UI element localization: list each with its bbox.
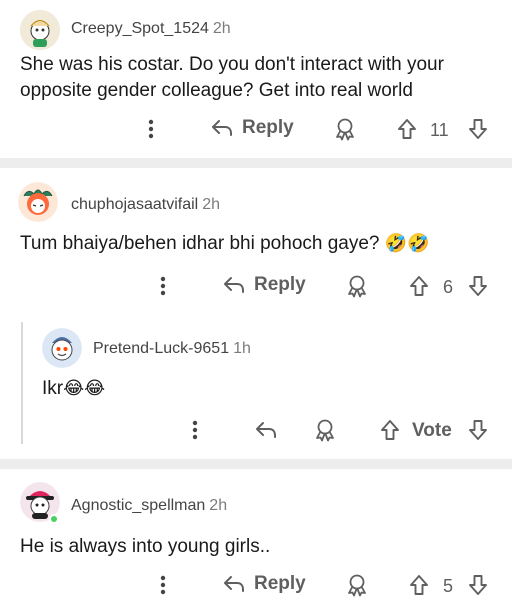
reply-arrow-icon <box>254 420 278 440</box>
comment-age: 2h <box>212 20 231 37</box>
reply-label: Reply <box>242 117 294 138</box>
comment-divider <box>0 158 512 168</box>
comment-body: She was his costar. Do you don't interac… <box>20 52 444 104</box>
vote-count: 6 <box>443 277 454 297</box>
comment-age: 1h <box>233 340 251 357</box>
award-button[interactable] <box>333 117 357 141</box>
comment-author[interactable]: chuphojasaatvifail 2h <box>71 196 220 214</box>
upvote-arrow-icon <box>397 118 417 140</box>
upvote-button[interactable] <box>409 574 429 596</box>
comment-age: 2h <box>202 196 220 213</box>
vote-count: 11 <box>430 120 449 140</box>
username[interactable]: Agnostic_spellman <box>71 497 205 514</box>
comment-author[interactable]: Pretend-Luck-9651 1h <box>93 340 251 358</box>
avatar[interactable] <box>20 10 60 50</box>
reply-button[interactable]: Reply <box>222 573 306 595</box>
comment-1: Creepy_Spot_1524 2h She was his costar. D… <box>0 0 512 158</box>
reply-arrow-icon <box>222 574 246 594</box>
award-button[interactable] <box>345 573 369 597</box>
comment-body: Ikr😂😂 <box>42 376 105 402</box>
comment-2: chuphojasaatvifail 2h Tum bhaiya/behen id… <box>0 168 512 468</box>
reply-arrow-icon <box>210 118 234 138</box>
username[interactable]: chuphojasaatvifail <box>71 196 198 213</box>
downvote-arrow-icon <box>468 118 488 140</box>
thread-line[interactable] <box>21 322 23 444</box>
comment-body-line: opposite gender colleague? Get into real… <box>20 80 413 101</box>
award-button[interactable] <box>345 274 369 298</box>
upvote-button[interactable] <box>409 275 429 297</box>
more-vertical-icon <box>160 276 166 296</box>
upvote-arrow-icon <box>380 419 400 441</box>
comment-body-emoji: 🤣🤣 <box>384 233 430 254</box>
award-button[interactable] <box>313 418 337 442</box>
more-options-button[interactable] <box>160 575 166 595</box>
downvote-arrow-icon <box>468 275 488 297</box>
comment-body: He is always into young girls.. <box>20 534 270 560</box>
online-status-indicator <box>49 514 59 524</box>
downvote-arrow-icon <box>468 574 488 596</box>
reply-label: Reply <box>254 274 306 295</box>
downvote-button[interactable] <box>468 574 488 596</box>
award-icon <box>345 573 369 597</box>
downvote-button[interactable] <box>468 275 488 297</box>
username[interactable]: Pretend-Luck-9651 <box>93 340 229 357</box>
reply-button[interactable]: Reply <box>210 117 294 139</box>
reply-button[interactable] <box>254 420 278 440</box>
comment-body: Tum bhaiya/behen idhar bhi pohoch gaye? … <box>20 231 430 257</box>
award-icon <box>333 117 357 141</box>
more-vertical-icon <box>160 575 166 595</box>
downvote-button[interactable] <box>468 419 488 441</box>
comment-author[interactable]: Agnostic_spellman 2h <box>71 497 227 515</box>
avatar[interactable] <box>18 182 58 222</box>
award-icon <box>313 418 337 442</box>
upvote-button[interactable] <box>380 419 400 441</box>
comment-age: 2h <box>209 497 228 514</box>
comment-divider <box>0 459 512 469</box>
reply-button[interactable]: Reply <box>222 274 306 296</box>
comment-body-emoji: 😂😂 <box>63 378 106 399</box>
downvote-arrow-icon <box>468 419 488 441</box>
vote-label: Vote <box>412 420 452 441</box>
reply-arrow-icon <box>222 275 246 295</box>
upvote-arrow-icon <box>409 574 429 596</box>
reply-label: Reply <box>254 573 306 594</box>
comment-body-text: Tum bhaiya/behen idhar bhi pohoch gaye? <box>20 233 380 254</box>
comment-body-line: She was his costar. Do you don't interac… <box>20 54 444 75</box>
comment-body-text: He is always into young girls.. <box>20 536 271 557</box>
comment-body-text: Ikr <box>42 378 64 399</box>
award-icon <box>345 274 369 298</box>
vote-count: 5 <box>443 576 454 596</box>
avatar[interactable] <box>42 328 82 368</box>
upvote-arrow-icon <box>409 275 429 297</box>
comment-author[interactable]: Creepy_Spot_1524 2h <box>71 20 231 38</box>
username[interactable]: Creepy_Spot_1524 <box>71 20 209 37</box>
more-options-button[interactable] <box>192 420 198 440</box>
more-options-button[interactable] <box>160 276 166 296</box>
downvote-button[interactable] <box>468 118 488 140</box>
upvote-button[interactable] <box>397 118 417 140</box>
more-vertical-icon <box>192 420 198 440</box>
more-vertical-icon <box>148 119 154 139</box>
comment-4: Agnostic_spellman 2h He is always into yo… <box>0 469 512 610</box>
more-options-button[interactable] <box>148 119 154 139</box>
